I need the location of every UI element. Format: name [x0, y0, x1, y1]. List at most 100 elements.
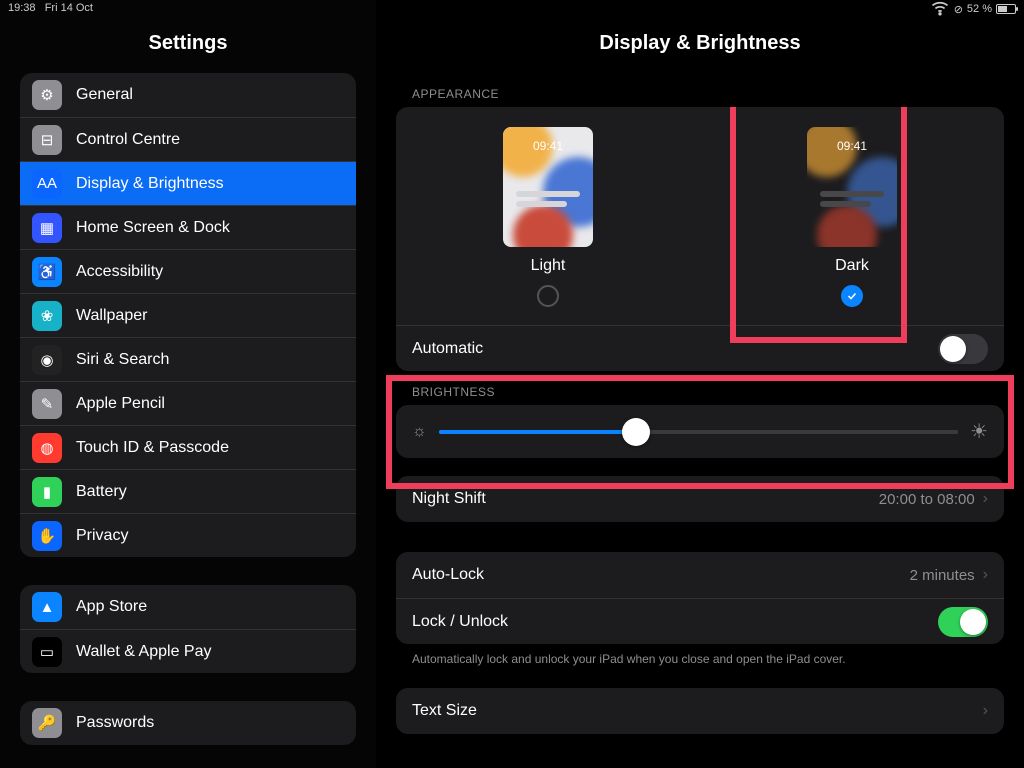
textsize-label: Text Size: [412, 702, 477, 720]
sidebar-item-general[interactable]: ⚙ General: [20, 73, 356, 117]
dark-label: Dark: [835, 257, 869, 275]
appearance-option-dark[interactable]: 09:41 Dark: [807, 127, 897, 307]
sidebar-item-passwords[interactable]: 🔑 Passwords: [20, 701, 356, 745]
sidebar-scroll[interactable]: ⚙ General ⊟ Control Centre AA Display & Brigh…: [0, 73, 376, 768]
lockunlock-label: Lock / Unlock: [412, 613, 508, 631]
light-preview-time: 09:41: [503, 139, 593, 153]
sidebar-icon: ▮: [32, 477, 62, 507]
sidebar-item-label: Home Screen & Dock: [76, 219, 230, 237]
sidebar-icon: ▦: [32, 213, 62, 243]
sidebar-icon: ✋: [32, 521, 62, 551]
sidebar-item-label: Touch ID & Passcode: [76, 439, 229, 457]
sidebar-item-privacy[interactable]: ✋ Privacy: [20, 513, 356, 557]
sidebar-item-label: Wallpaper: [76, 307, 147, 325]
detail-title: Display & Brightness: [376, 18, 1024, 73]
nightshift-row[interactable]: Night Shift 20:00 to 08:00 ›: [396, 476, 1004, 522]
brightness-high-icon: ☀: [970, 419, 988, 444]
sidebar-group-2: ▲ App Store ▭ Wallet & Apple Pay: [20, 585, 356, 673]
automatic-label: Automatic: [412, 340, 483, 358]
sidebar-item-label: App Store: [76, 598, 147, 616]
dark-radio[interactable]: [841, 285, 863, 307]
sidebar-item-label: Privacy: [76, 527, 128, 545]
appearance-option-light[interactable]: 09:41 Light: [503, 127, 593, 307]
lock-panel: Auto-Lock 2 minutes › Lock / Unlock: [396, 552, 1004, 644]
sidebar-item-wallpaper[interactable]: ❀ Wallpaper: [20, 293, 356, 337]
textsize-row[interactable]: Text Size ›: [396, 688, 1004, 734]
sidebar-icon: ⚙: [32, 80, 62, 110]
status-right: ⊘ 52 %: [930, 2, 1016, 16]
sidebar-item-label: Control Centre: [76, 131, 180, 149]
sidebar-item-app-store[interactable]: ▲ App Store: [20, 585, 356, 629]
appearance-options: 09:41 Light 09:41: [396, 107, 1004, 325]
nightshift-label: Night Shift: [412, 490, 486, 508]
status-bar: 19:38 Fri 14 Oct ⊘ 52 %: [0, 0, 1024, 18]
sidebar-item-label: Battery: [76, 483, 127, 501]
nightshift-value: 20:00 to 08:00 ›: [879, 490, 988, 508]
sidebar-group-1: ⚙ General ⊟ Control Centre AA Display & Brigh…: [20, 73, 356, 557]
sidebar-item-touch-id-passcode[interactable]: ◍ Touch ID & Passcode: [20, 425, 356, 469]
autolock-value: 2 minutes ›: [910, 566, 988, 584]
sidebar-icon: ⊟: [32, 125, 62, 155]
brightness-slider[interactable]: [439, 430, 958, 434]
text-panel: Text Size ›: [396, 688, 1004, 734]
brightness-panel: ☼ ☀: [396, 405, 1004, 458]
sidebar-item-label: Wallet & Apple Pay: [76, 643, 211, 661]
light-preview: 09:41: [503, 127, 593, 247]
wifi-icon: [930, 0, 950, 21]
sidebar-item-label: General: [76, 86, 133, 104]
detail-scroll[interactable]: APPEARANCE 09:41 Light: [376, 73, 1024, 768]
lock-note: Automatically lock and unlock your iPad …: [396, 644, 1004, 666]
appearance-panel: 09:41 Light 09:41: [396, 107, 1004, 371]
appearance-header: APPEARANCE: [396, 73, 1004, 107]
autolock-label: Auto-Lock: [412, 566, 484, 584]
status-date: Fri 14 Oct: [45, 2, 93, 14]
sidebar-icon: AA: [32, 169, 62, 199]
sidebar-item-battery[interactable]: ▮ Battery: [20, 469, 356, 513]
screen: 19:38 Fri 14 Oct ⊘ 52 % Settings ⚙ Genera…: [0, 0, 1024, 768]
battery-pct: 52 %: [967, 3, 992, 15]
chevron-right-icon: ›: [983, 490, 988, 508]
sidebar-icon: ▲: [32, 592, 62, 622]
lockunlock-toggle[interactable]: [938, 607, 988, 637]
sidebar-icon: ♿: [32, 257, 62, 287]
automatic-toggle[interactable]: [938, 334, 988, 364]
sidebar-item-label: Display & Brightness: [76, 175, 224, 193]
sidebar-icon: 🔑: [32, 708, 62, 738]
detail-pane: Display & Brightness APPEARANCE 09:41: [376, 0, 1024, 768]
sidebar-icon: ❀: [32, 301, 62, 331]
chevron-right-icon: ›: [983, 566, 988, 584]
sidebar-icon: ◍: [32, 433, 62, 463]
lockunlock-row[interactable]: Lock / Unlock: [396, 598, 1004, 644]
sidebar-item-label: Passwords: [76, 714, 154, 732]
chevron-right-icon: ›: [983, 702, 988, 720]
brightness-header: BRIGHTNESS: [396, 371, 1004, 405]
dark-preview-time: 09:41: [807, 139, 897, 153]
sidebar-item-label: Apple Pencil: [76, 395, 165, 413]
sidebar-item-wallet-apple-pay[interactable]: ▭ Wallet & Apple Pay: [20, 629, 356, 673]
sidebar-item-apple-pencil[interactable]: ✎ Apple Pencil: [20, 381, 356, 425]
sidebar-item-label: Accessibility: [76, 263, 163, 281]
nightshift-panel: Night Shift 20:00 to 08:00 ›: [396, 476, 1004, 522]
status-left: 19:38 Fri 14 Oct: [8, 2, 93, 16]
battery-icon: [996, 4, 1016, 14]
sidebar-icon: ▭: [32, 637, 62, 667]
sidebar-icon: ◉: [32, 345, 62, 375]
sidebar-icon: ✎: [32, 389, 62, 419]
sidebar-group-3: 🔑 Passwords: [20, 701, 356, 745]
sidebar-item-siri-search[interactable]: ◉ Siri & Search: [20, 337, 356, 381]
settings-sidebar: Settings ⚙ General ⊟ Control Centre AA Displa…: [0, 0, 376, 768]
sidebar-item-control-centre[interactable]: ⊟ Control Centre: [20, 117, 356, 161]
autolock-row[interactable]: Auto-Lock 2 minutes ›: [396, 552, 1004, 598]
sidebar-item-label: Siri & Search: [76, 351, 169, 369]
light-radio[interactable]: [537, 285, 559, 307]
orientation-lock-icon: ⊘: [954, 3, 963, 16]
status-time: 19:38: [8, 2, 36, 14]
sidebar-item-display-brightness[interactable]: AA Display & Brightness: [20, 161, 356, 205]
sidebar-title: Settings: [0, 18, 376, 73]
light-label: Light: [531, 257, 566, 275]
brightness-slider-row[interactable]: ☼ ☀: [396, 405, 1004, 458]
brightness-block: BRIGHTNESS ☼ ☀: [396, 371, 1004, 458]
sidebar-item-home-screen-dock[interactable]: ▦ Home Screen & Dock: [20, 205, 356, 249]
sidebar-item-accessibility[interactable]: ♿ Accessibility: [20, 249, 356, 293]
automatic-row[interactable]: Automatic: [396, 325, 1004, 371]
